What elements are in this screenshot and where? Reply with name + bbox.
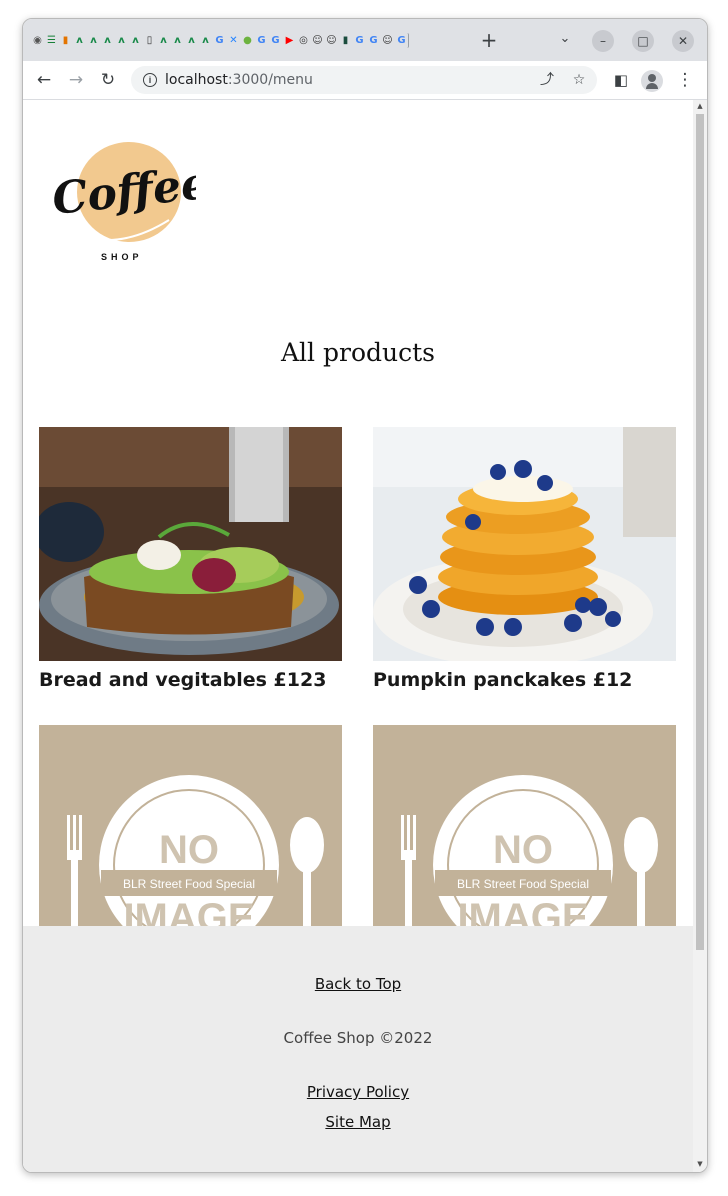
menu-kebab-icon[interactable]: ⋮ — [673, 68, 697, 92]
share-icon[interactable]: ⤴ — [537, 70, 557, 90]
no-image-placeholder[interactable]: NO BLR Street Food Special IMAGE — [39, 725, 342, 959]
github-favicon[interactable]: ◎ — [297, 33, 310, 48]
side-panel-icon[interactable]: ◧ — [609, 68, 633, 92]
google-favicon[interactable]: G — [255, 33, 268, 48]
n-favicon[interactable]: ᴧ — [73, 33, 86, 48]
reload-icon[interactable]: ↻ — [96, 68, 120, 92]
scroll-up-icon[interactable]: ▲ — [696, 102, 704, 110]
forward-icon[interactable]: → — [64, 68, 88, 92]
leaf-favicon[interactable]: ● — [241, 33, 254, 48]
address-bar[interactable]: i localhost:3000/menu ⤴ ☆ — [131, 66, 597, 94]
google-favicon[interactable]: G — [213, 33, 226, 48]
back-icon[interactable]: ← — [32, 68, 56, 92]
product-image[interactable] — [373, 427, 676, 661]
person-favicon[interactable]: ☺ — [311, 33, 324, 48]
maximize-icon[interactable]: □ — [632, 30, 654, 52]
url-path: :3000/menu — [227, 72, 313, 88]
profile-avatar-icon[interactable] — [641, 70, 663, 92]
youtube-favicon[interactable]: ▶ — [283, 33, 296, 48]
chrome-favicon[interactable]: ◉ — [31, 33, 44, 48]
product-title[interactable]: Pumpkin panckakes £12 — [373, 669, 676, 691]
jira-favicon[interactable]: ✕ — [227, 33, 240, 48]
mobile-favicon[interactable]: ▯ — [143, 33, 156, 48]
coffee-shop-logo: Coffee SHOP — [51, 142, 196, 262]
page-viewport: Coffee SHOP All products Bread and vegit… — [23, 100, 707, 1172]
n-favicon[interactable]: ᴧ — [157, 33, 170, 48]
n-favicon[interactable]: ᴧ — [87, 33, 100, 48]
privacy-policy-link[interactable]: Privacy Policy — [307, 1083, 409, 1101]
copyright-text: Coffee Shop ©2022 — [283, 1029, 433, 1047]
n-favicon[interactable]: ᴧ — [101, 33, 114, 48]
product-card[interactable]: Pumpkin panckakes £12 — [373, 427, 676, 691]
close-icon[interactable]: ✕ — [672, 30, 694, 52]
product-image[interactable] — [39, 427, 342, 661]
no-image-text: NO — [159, 828, 219, 872]
minimize-icon[interactable]: – — [592, 30, 614, 52]
product-card[interactable]: NO BLR Street Food Special IMAGE — [373, 725, 676, 959]
n-favicon[interactable]: ᴧ — [129, 33, 142, 48]
page-title: All products — [281, 338, 435, 367]
site-map-link[interactable]: Site Map — [325, 1113, 390, 1131]
product-card[interactable]: Bread and vegitables £123 — [39, 427, 342, 691]
url-host: localhost — [165, 72, 228, 88]
tab-strip: ◉ ☰ ▮ ᴧ ᴧ ᴧ ᴧ ᴧ ▯ ᴧ ᴧ ᴧ ᴧ G ✕ ● G G ▶ ◎ … — [23, 19, 707, 61]
star-icon[interactable]: ☆ — [569, 70, 589, 90]
page-footer: Back to Top Coffee Shop ©2022 Privacy Po… — [23, 926, 693, 1172]
google-favicon[interactable]: G — [395, 33, 409, 48]
browser-toolbar: ← → ↻ i localhost:3000/menu ⤴ ☆ ◧ ⋮ — [23, 61, 707, 100]
page-scrollbar[interactable]: ▲ ▼ — [693, 100, 707, 1172]
n-favicon[interactable]: ᴧ — [185, 33, 198, 48]
person-favicon[interactable]: ☺ — [381, 33, 394, 48]
scrollbar-thumb[interactable] — [696, 114, 704, 950]
person-favicon[interactable]: ☺ — [325, 33, 338, 48]
tab-favicons: ◉ ☰ ▮ ᴧ ᴧ ᴧ ᴧ ᴧ ▯ ᴧ ᴧ ᴧ ᴧ G ✕ ● G G ▶ ◎ … — [31, 33, 409, 48]
google-favicon[interactable]: G — [367, 33, 380, 48]
app-favicon[interactable]: ☰ — [45, 33, 58, 48]
browser-window: ◉ ☰ ▮ ᴧ ᴧ ᴧ ᴧ ᴧ ▯ ᴧ ᴧ ᴧ ᴧ G ✕ ● G G ▶ ◎ … — [22, 18, 708, 1173]
url-text[interactable]: localhost:3000/menu — [165, 72, 313, 88]
n-favicon[interactable]: ᴧ — [171, 33, 184, 48]
new-tab-icon[interactable]: + — [478, 29, 500, 51]
product-title[interactable]: Bread and vegitables £123 — [39, 669, 342, 691]
back-to-top-link[interactable]: Back to Top — [315, 975, 401, 993]
product-card[interactable]: NO BLR Street Food Special IMAGE — [39, 725, 342, 959]
no-image-banner: BLR Street Food Special — [457, 877, 589, 891]
chart-favicon[interactable]: ▮ — [59, 33, 72, 48]
tag-favicon[interactable]: ▮ — [339, 33, 352, 48]
no-image-text: NO — [493, 828, 553, 872]
n-favicon[interactable]: ᴧ — [115, 33, 128, 48]
n-favicon[interactable]: ᴧ — [199, 33, 212, 48]
google-favicon[interactable]: G — [353, 33, 366, 48]
chevron-down-icon[interactable]: ⌄ — [555, 31, 575, 51]
scroll-down-icon[interactable]: ▼ — [696, 1160, 704, 1168]
logo-subword: SHOP — [101, 252, 143, 262]
info-icon[interactable]: i — [143, 73, 157, 87]
no-image-banner: BLR Street Food Special — [123, 877, 255, 891]
no-image-placeholder[interactable]: NO BLR Street Food Special IMAGE — [373, 725, 676, 959]
google-favicon[interactable]: G — [269, 33, 282, 48]
